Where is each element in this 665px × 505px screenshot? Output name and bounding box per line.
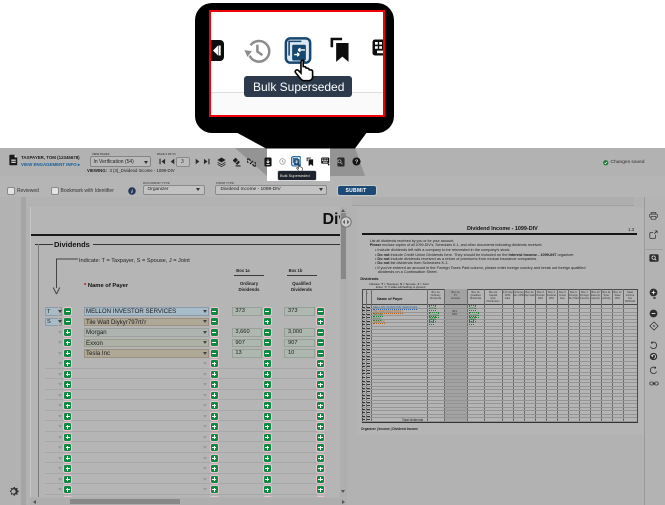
svg-text:?: ? [354,160,358,166]
